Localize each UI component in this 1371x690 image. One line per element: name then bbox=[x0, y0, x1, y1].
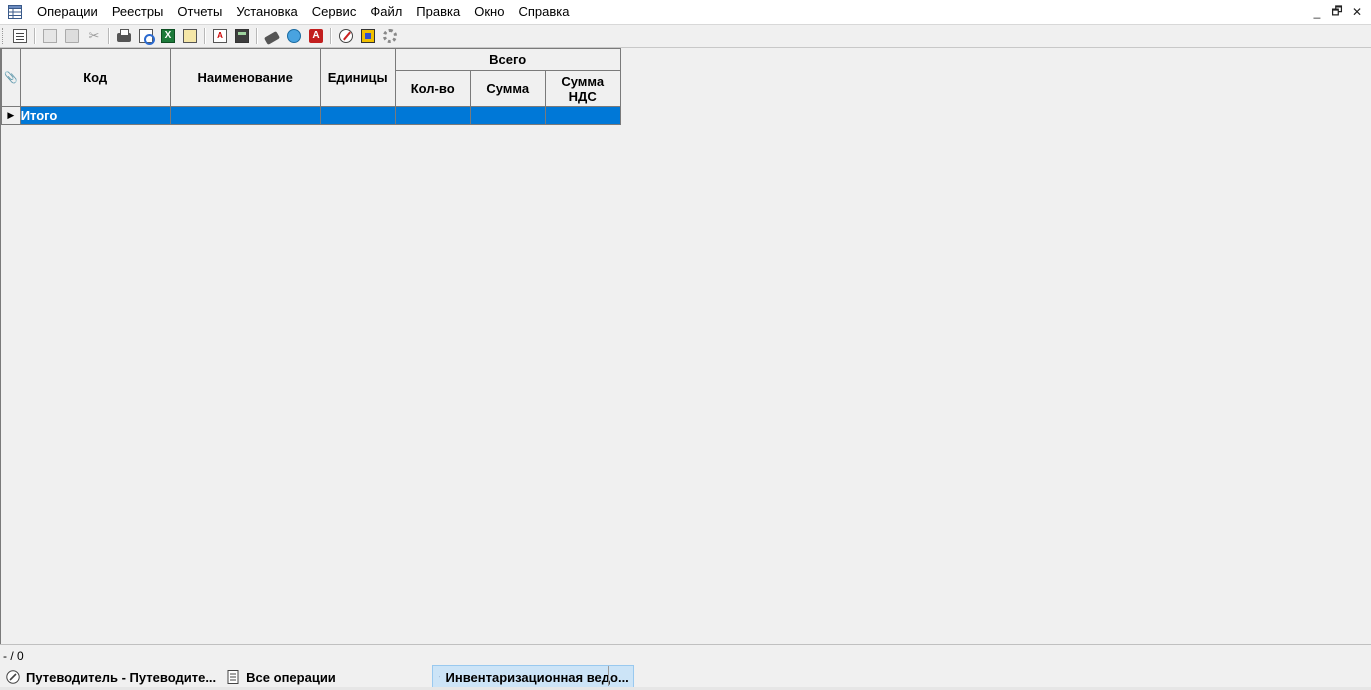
cell-code[interactable]: Итого bbox=[19, 106, 171, 125]
row-pointer-icon: ▶ bbox=[7, 110, 15, 120]
minimize-button[interactable]: _ bbox=[1307, 5, 1327, 19]
cut-icon: ✂ bbox=[88, 28, 100, 43]
excel-export-icon: X bbox=[161, 29, 175, 43]
toolbar-separator bbox=[34, 28, 36, 44]
row-indicator-header[interactable]: 📎 bbox=[1, 48, 21, 107]
window-controls: _ 🗗 ✕ bbox=[1307, 0, 1367, 24]
palette-button[interactable] bbox=[357, 26, 379, 46]
menu-setup[interactable]: Установка bbox=[229, 0, 304, 24]
cell-name[interactable] bbox=[169, 106, 321, 125]
close-button[interactable]: ✕ bbox=[1347, 5, 1367, 19]
paperclip-icon: 📎 bbox=[4, 72, 18, 84]
copy-button[interactable] bbox=[39, 26, 61, 46]
divider bbox=[0, 644, 1371, 645]
task-all-operations[interactable]: Все операции bbox=[220, 666, 340, 688]
menu-reports[interactable]: Отчеты bbox=[170, 0, 229, 24]
excel-export-button[interactable]: X bbox=[157, 26, 179, 46]
menu-service[interactable]: Сервис bbox=[305, 0, 364, 24]
toolbar: ✂ X A A bbox=[0, 25, 1371, 48]
row-indicator[interactable]: ▶ bbox=[1, 106, 21, 125]
eraser-icon bbox=[263, 30, 281, 45]
palette-icon bbox=[361, 29, 375, 43]
column-group-total: Всего bbox=[394, 48, 621, 71]
menu-bar: Операции Реестры Отчеты Установка Сервис… bbox=[0, 0, 1371, 25]
form-view-icon bbox=[13, 29, 27, 43]
compass-icon bbox=[339, 29, 353, 43]
report-button[interactable] bbox=[179, 26, 201, 46]
paste-icon bbox=[65, 29, 79, 43]
report-a-button[interactable]: A bbox=[209, 26, 231, 46]
menu-edit[interactable]: Правка bbox=[409, 0, 467, 24]
record-position: - / 0 bbox=[3, 649, 24, 663]
print-preview-button[interactable] bbox=[135, 26, 157, 46]
red-a-button[interactable]: A bbox=[305, 26, 327, 46]
divider bbox=[608, 666, 609, 686]
column-header-vat-sum[interactable]: Сумма НДС bbox=[544, 70, 621, 107]
menu-window[interactable]: Окно bbox=[467, 0, 511, 24]
task-label: Инвентаризационная ведо... bbox=[445, 669, 629, 685]
globe-button[interactable] bbox=[283, 26, 305, 46]
toolbar-grip[interactable] bbox=[2, 28, 6, 44]
red-a-icon: A bbox=[309, 29, 323, 43]
task-label: Все операции bbox=[246, 669, 336, 685]
toolbar-separator bbox=[256, 28, 258, 44]
calculator-icon bbox=[235, 29, 249, 43]
paste-button[interactable] bbox=[61, 26, 83, 46]
table-icon[interactable] bbox=[8, 5, 22, 19]
print-preview-icon bbox=[139, 29, 155, 45]
compass-button[interactable] bbox=[335, 26, 357, 46]
toolbar-separator bbox=[108, 28, 110, 44]
task-guide[interactable]: Путеводитель - Путеводите... bbox=[0, 666, 220, 688]
menu-registers[interactable]: Реестры bbox=[105, 0, 171, 24]
table-icon bbox=[438, 676, 440, 678]
print-icon bbox=[117, 29, 131, 42]
menu-help[interactable]: Справка bbox=[511, 0, 576, 24]
cell-sum[interactable] bbox=[469, 106, 546, 125]
toolbar-separator bbox=[330, 28, 332, 44]
settings-button[interactable] bbox=[379, 26, 401, 46]
vat-sum-line1: Сумма bbox=[561, 73, 605, 89]
column-header-qty[interactable]: Кол-во bbox=[394, 70, 471, 107]
eraser-button[interactable] bbox=[261, 26, 283, 46]
cell-vat-sum[interactable] bbox=[544, 106, 621, 125]
compass-icon bbox=[6, 670, 20, 684]
column-header-code[interactable]: Код bbox=[19, 48, 171, 107]
table-row-total[interactable]: ▶ Итого bbox=[1, 106, 621, 125]
cell-qty[interactable] bbox=[394, 106, 471, 125]
calculator-button[interactable] bbox=[231, 26, 253, 46]
copy-icon bbox=[43, 29, 57, 43]
column-header-name[interactable]: Наименование bbox=[169, 48, 321, 107]
vat-sum-line2: НДС bbox=[568, 88, 597, 104]
column-header-sum[interactable]: Сумма bbox=[469, 70, 546, 107]
globe-icon bbox=[287, 29, 301, 43]
task-inventory-sheet[interactable]: Инвентаризационная ведо... bbox=[431, 665, 634, 689]
menu-operations[interactable]: Операции bbox=[30, 0, 105, 24]
data-grid: 📎 Код Наименование Единицы Всего Кол-во … bbox=[1, 48, 621, 125]
column-header-units[interactable]: Единицы bbox=[319, 48, 396, 107]
report-icon bbox=[183, 29, 197, 43]
task-label: Путеводитель - Путеводите... bbox=[26, 669, 217, 685]
print-button[interactable] bbox=[113, 26, 135, 46]
document-icon bbox=[227, 670, 239, 684]
cell-units[interactable] bbox=[319, 106, 396, 125]
toolbar-separator bbox=[204, 28, 206, 44]
form-view-button[interactable] bbox=[9, 26, 31, 46]
menu-file[interactable]: Файл bbox=[363, 0, 409, 24]
report-a-icon: A bbox=[213, 29, 227, 43]
cut-button[interactable]: ✂ bbox=[83, 26, 105, 46]
restore-button[interactable]: 🗗 bbox=[1327, 2, 1347, 23]
grid-frame bbox=[0, 48, 1, 644]
settings-icon bbox=[383, 29, 397, 43]
